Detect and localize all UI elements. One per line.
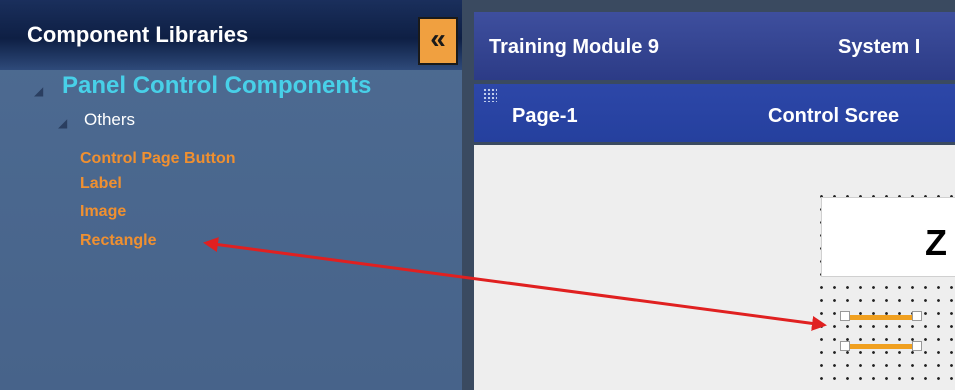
panel-title: Component Libraries [27,22,249,47]
collapse-panel-button[interactable]: « [418,17,458,65]
grip-icon[interactable] [483,88,497,102]
tab-page-1[interactable]: Page-1 [512,105,578,128]
screen-title: Control Scree [768,105,900,127]
component-image[interactable]: Image [80,203,126,221]
component-control-page-button[interactable]: Control Page Button [80,150,236,168]
system-title: System I [838,36,921,58]
rectangle-bottom-edge [850,344,912,349]
component-rectangle[interactable]: Rectangle [80,232,156,250]
tree-group-others[interactable]: Others [84,110,135,130]
rectangle-top-edge [850,315,912,320]
expanded-triangle-icon[interactable]: ◢ [34,84,43,98]
resize-handle-tr[interactable] [912,311,922,321]
resize-handle-tl[interactable] [840,311,850,321]
resize-handle-bl[interactable] [840,341,850,351]
resize-handle-br[interactable] [912,341,922,351]
module-title: Training Module 9 [489,36,660,58]
rectangle-component[interactable] [840,311,922,351]
tree-root-panel-control-components[interactable]: Panel Control Components [62,72,371,100]
component-libraries-panel: Component Libraries « ◢ Panel Control Co… [0,0,462,390]
expanded-triangle-icon[interactable]: ◢ [58,116,67,130]
label-component-text: Z [925,222,947,263]
component-label[interactable]: Label [80,175,122,193]
